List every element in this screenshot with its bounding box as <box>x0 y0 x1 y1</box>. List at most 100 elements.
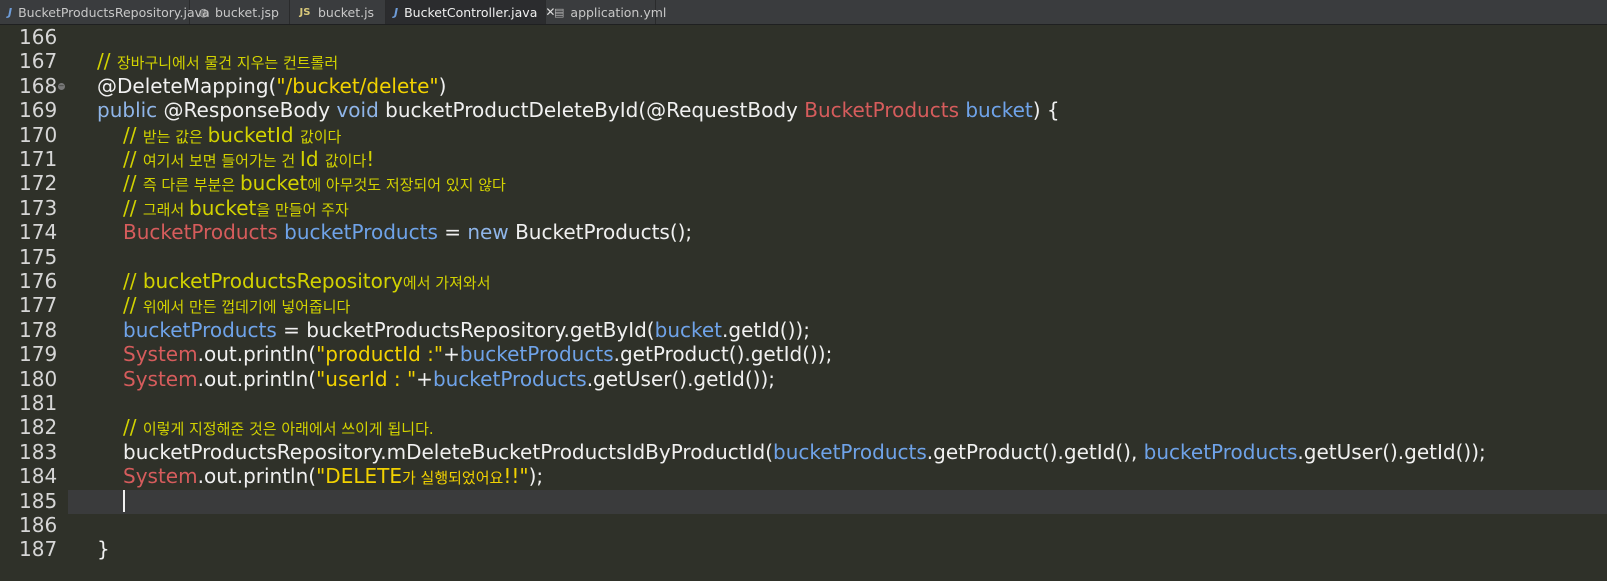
code-line[interactable]: 180 System.out.println("userId : "+bucket… <box>0 367 1607 391</box>
code-text: System.out.println("userId : "+bucketPro… <box>123 367 775 391</box>
code-token: @DeleteMapping( <box>97 74 277 98</box>
code-token: 에 아무것도 저장되어 있지 않다 <box>307 176 506 194</box>
code-token: BucketProducts <box>123 220 285 244</box>
fold-collapse-icon[interactable]: − <box>58 83 65 90</box>
code-token: .getUser().getId()); <box>1297 440 1486 464</box>
code-token: // <box>123 293 143 317</box>
code-token: 을 만들어 주자 <box>256 201 349 219</box>
line-number: 174 <box>19 220 58 244</box>
code-token: ); <box>528 464 544 488</box>
code-token: bucketProductsRepository.mDeleteBucketPr… <box>123 440 774 464</box>
jsp-file-icon: ◍ <box>198 5 209 19</box>
line-number: 177 <box>19 293 58 317</box>
code-line[interactable]: 177 // 위에서 만든 껍데기에 넣어줍니다 <box>0 293 1607 317</box>
line-number: 182 <box>19 415 58 439</box>
tab-bucketproductsrepository-java[interactable]: J BucketProductsRepository.java <box>0 0 210 24</box>
code-text: // bucketProductsRepository에서 가져와서 <box>123 269 491 295</box>
code-token: System <box>123 367 198 391</box>
code-line[interactable]: 185 <box>0 489 1607 513</box>
code-line[interactable]: 168− @DeleteMapping("/bucket/delete") <box>0 74 1607 98</box>
code-line[interactable]: 183 bucketProductsRepository.mDeleteBucke… <box>0 440 1607 464</box>
code-token: // <box>123 171 143 195</box>
code-token: 이렇게 지정해준 것은 아래에서 쓰이게 됩니다. <box>142 420 434 438</box>
tab-label: BucketController.java <box>404 4 538 20</box>
code-token: // <box>123 123 143 147</box>
code-token: = <box>437 220 468 244</box>
code-line[interactable]: 166 <box>0 25 1607 49</box>
code-token: 받는 값은 <box>142 128 208 146</box>
code-token: ! <box>366 147 375 171</box>
tab-bucket-js[interactable]: JS bucket.js <box>290 0 386 24</box>
code-token: "/bucket/delete" <box>276 74 439 98</box>
code-token: // <box>123 147 143 171</box>
code-text: public @ResponseBody void bucketProductD… <box>97 98 1060 122</box>
line-number: 168 <box>19 74 58 98</box>
line-number: 181 <box>19 391 58 415</box>
code-line[interactable]: 173 // 그래서 bucket을 만들어 주자 <box>0 196 1607 220</box>
code-line[interactable]: 187} <box>0 537 1607 561</box>
line-number: 183 <box>19 440 58 464</box>
code-line[interactable]: 172 // 즉 다른 부분은 bucket에 아무것도 저장되어 있지 않다 <box>0 171 1607 195</box>
line-number: 187 <box>19 537 58 561</box>
code-token: System <box>123 342 198 366</box>
tab-label: bucket.js <box>318 4 375 20</box>
code-token: bucketProducts <box>432 367 587 391</box>
tab-bucket-jsp[interactable]: ◍ bucket.jsp <box>190 0 290 24</box>
code-token: .getProduct().getId()); <box>613 342 833 366</box>
code-line[interactable]: 186 <box>0 513 1607 537</box>
code-token: bucket <box>965 98 1033 122</box>
code-text: // 여기서 보면 들어가는 건 Id 값이다! <box>123 147 374 173</box>
code-token: 값이다 <box>324 152 367 170</box>
code-line[interactable]: 175 <box>0 245 1607 269</box>
code-line[interactable]: 184 System.out.println("DELETE가 실행되었어요!!"… <box>0 464 1607 488</box>
code-line[interactable]: 170 // 받는 값은 bucketId 값이다 <box>0 123 1607 147</box>
code-line[interactable]: 169 public @ResponseBody void bucketProdu… <box>0 98 1607 122</box>
line-number: 170 <box>19 123 58 147</box>
code-token: ) <box>438 74 447 98</box>
tab-label: BucketProductsRepository.java <box>18 4 210 20</box>
code-token: Id <box>299 147 325 171</box>
code-line[interactable]: 176 // bucketProductsRepository에서 가져와서 <box>0 269 1607 293</box>
tab-label: application.yml <box>570 4 667 20</box>
code-token: "DELETE <box>316 464 402 488</box>
code-token: @ResponseBody <box>163 98 337 122</box>
code-line[interactable]: 167 // 장바구니에서 물건 지우는 컨트롤러 <box>0 49 1607 73</box>
code-line[interactable]: 171 // 여기서 보면 들어가는 건 Id 값이다! <box>0 147 1607 171</box>
line-number: 166 <box>19 25 58 49</box>
code-token: "productId :" <box>316 342 444 366</box>
code-line[interactable]: 181 <box>0 391 1607 415</box>
tab-application-yml[interactable]: ▤ application.yml <box>546 0 666 24</box>
code-token: BucketProducts <box>804 98 966 122</box>
line-number: 184 <box>19 464 58 488</box>
code-text: // 장바구니에서 물건 지우는 컨트롤러 <box>97 49 338 75</box>
code-line[interactable]: 174 BucketProducts bucketProducts = new B… <box>0 220 1607 244</box>
code-token: BucketProducts(); <box>515 220 693 244</box>
code-token: .out.println( <box>197 464 317 488</box>
yml-file-icon: ▤ <box>554 5 565 19</box>
code-token: bucket <box>189 196 257 220</box>
code-text: // 받는 값은 bucketId 값이다 <box>123 123 341 149</box>
line-number: 169 <box>19 98 58 122</box>
code-editor[interactable]: 166 167 // 장바구니에서 물건 지우는 컨트롤러 168− @DeleteMa… <box>0 25 1607 581</box>
code-text: System.out.println("productId :"+bucketP… <box>123 342 832 366</box>
code-line[interactable]: 179 System.out.println("productId :"+buck… <box>0 342 1607 366</box>
code-line[interactable]: 182 // 이렇게 지정해준 것은 아래에서 쓰이게 됩니다. <box>0 415 1607 439</box>
java-file-icon: J <box>394 5 399 19</box>
code-token: .getProduct().getId(), <box>926 440 1144 464</box>
code-text: bucketProducts = bucketProductsRepositor… <box>123 318 810 342</box>
code-token: // <box>123 196 143 220</box>
code-line[interactable]: 178 bucketProducts = bucketProductsReposi… <box>0 318 1607 342</box>
code-token: + <box>416 367 433 391</box>
code-token: .getUser().getId()); <box>586 367 776 391</box>
code-text: System.out.println("DELETE가 실행되었어요!!"); <box>123 464 543 490</box>
tab-bucketcontroller-java[interactable]: J BucketController.java ✕ <box>386 0 555 24</box>
code-token: bucketProducts <box>284 220 438 244</box>
code-text: // 이렇게 지정해준 것은 아래에서 쓰이게 됩니다. <box>123 415 434 441</box>
code-token: bucketProducts <box>123 318 277 342</box>
line-number: 179 <box>19 342 58 366</box>
code-token: 그래서 <box>142 201 190 219</box>
tab-label: bucket.jsp <box>214 4 279 20</box>
code-token: System <box>123 464 198 488</box>
code-token: bucketProducts <box>459 342 614 366</box>
code-token: 장바구니에서 물건 지우는 컨트롤러 <box>116 54 339 72</box>
